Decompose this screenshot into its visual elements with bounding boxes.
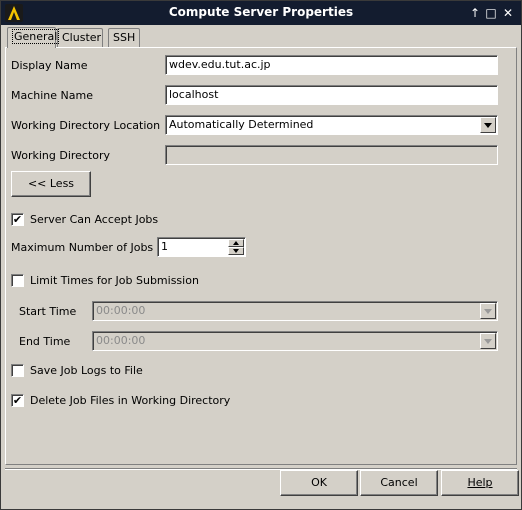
chevron-down-icon[interactable] [480,117,496,133]
end-time-select: 00:00:00 [92,331,498,351]
max-jobs-label: Maximum Number of Jobs [11,241,154,254]
tab-ssh[interactable]: SSH [108,28,140,47]
display-name-label: Display Name [11,59,88,72]
start-time-select: 00:00:00 [92,301,498,321]
limit-times-label: Limit Times for Job Submission [30,274,199,287]
end-time-label: End Time [19,335,71,348]
dialog-window: Compute Server Properties ↑ □ ✕ General … [0,0,522,510]
tab-cluster[interactable]: Cluster [57,28,103,47]
server-accept-jobs-label: Server Can Accept Jobs [30,213,159,226]
working-dir-label: Working Directory [11,149,111,162]
delete-files-label: Delete Job Files in Working Directory [30,394,231,407]
spin-up-icon[interactable] [228,239,244,247]
end-time-value: 00:00:00 [96,334,146,347]
server-accept-jobs-checkbox[interactable]: ✔ [11,213,24,226]
save-logs-checkbox[interactable] [11,364,24,377]
limit-times-checkbox[interactable] [11,274,24,287]
chevron-down-icon [480,333,496,349]
start-time-value: 00:00:00 [96,304,146,317]
max-jobs-value: 1 [161,240,168,253]
chevron-down-icon [480,303,496,319]
close-icon[interactable]: ✕ [500,5,516,21]
maximize-icon[interactable]: □ [483,5,499,21]
start-time-label: Start Time [19,305,77,318]
ok-button[interactable]: OK [280,470,358,496]
title-bar: Compute Server Properties ↑ □ ✕ [1,1,521,25]
tab-general[interactable]: General [7,27,60,48]
help-button[interactable]: Help [441,470,519,496]
delete-files-checkbox[interactable]: ✔ [11,394,24,407]
cancel-button[interactable]: Cancel [360,470,438,496]
machine-name-input[interactable]: localhost [165,85,498,105]
working-dir-location-label: Working Directory Location [11,119,161,132]
working-dir-location-select[interactable]: Automatically Determined [165,115,498,135]
less-button[interactable]: << Less [11,171,91,197]
window-title: Compute Server Properties [168,5,354,19]
pin-icon[interactable]: ↑ [467,5,483,21]
working-dir-location-value: Automatically Determined [169,118,314,131]
max-jobs-spinner[interactable]: 1 [157,237,246,257]
machine-name-label: Machine Name [11,89,93,102]
working-dir-input [165,145,498,165]
save-logs-label: Save Job Logs to File [30,364,143,377]
spin-down-icon[interactable] [228,247,244,255]
display-name-input[interactable]: wdev.edu.tut.ac.jp [165,55,498,75]
help-label: Help [467,476,493,489]
